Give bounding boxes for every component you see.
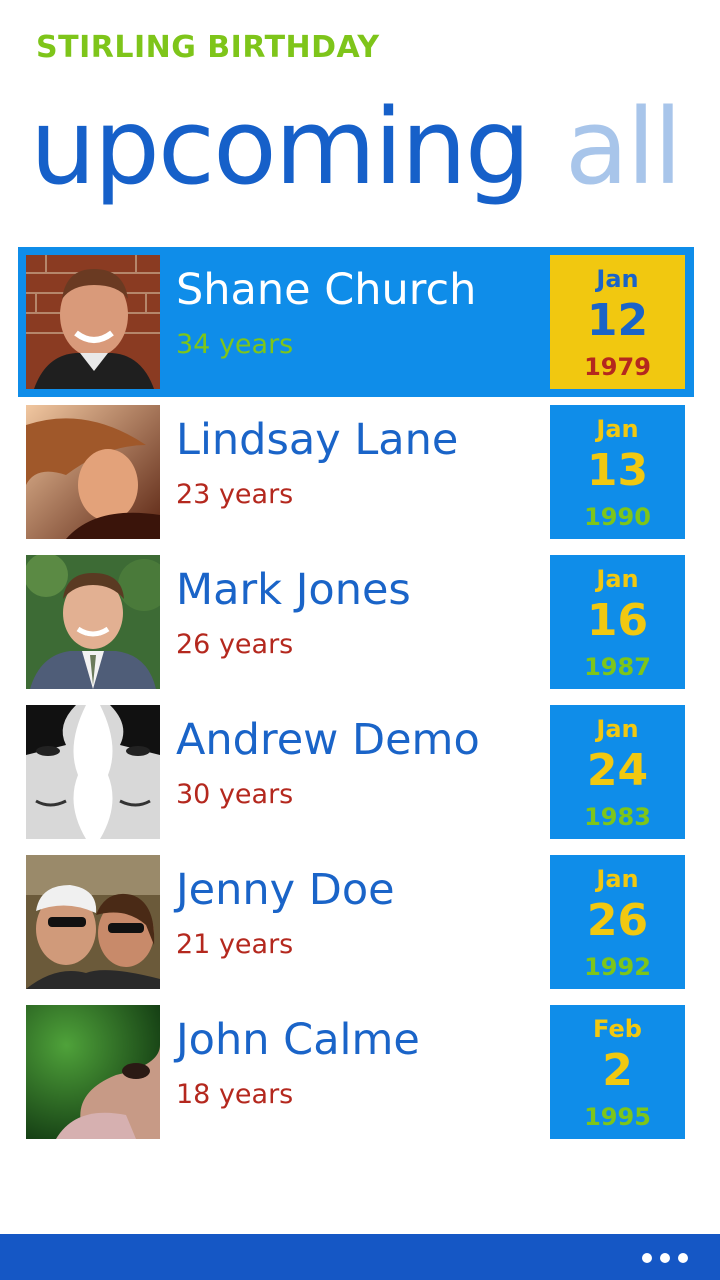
birthday-date-tile: Jan 24 1983 xyxy=(550,705,685,839)
birthday-year: 1987 xyxy=(584,653,651,681)
person-name: Shane Church xyxy=(176,265,477,315)
birthday-month: Jan xyxy=(596,565,639,593)
person-age: 21 years xyxy=(176,929,294,960)
tab-upcoming[interactable]: upcoming xyxy=(30,82,531,212)
birthday-row[interactable]: Andrew Demo 30 years Jan 24 1983 xyxy=(18,697,694,847)
app-bar xyxy=(0,1234,720,1280)
tab-all-people[interactable]: all p xyxy=(565,82,720,212)
birthday-row[interactable]: Lindsay Lane 23 years Jan 13 1990 xyxy=(18,397,694,547)
birthday-month: Jan xyxy=(596,865,639,893)
person-age: 26 years xyxy=(176,629,294,660)
person-age: 34 years xyxy=(176,329,294,360)
birthday-row[interactable]: Mark Jones 26 years Jan 16 1987 xyxy=(18,547,694,697)
person-age: 23 years xyxy=(176,479,294,510)
birthday-month: Feb xyxy=(593,1015,642,1043)
person-name: Lindsay Lane xyxy=(176,415,459,465)
birthday-list: Shane Church 34 years Jan 12 1979 Lindsa… xyxy=(18,247,694,1147)
app-title: STIRLING BIRTHDAY xyxy=(36,30,380,65)
birthday-day: 12 xyxy=(586,295,649,346)
birthday-day: 26 xyxy=(586,895,649,946)
person-name: John Calme xyxy=(176,1015,420,1065)
birthday-month: Jan xyxy=(596,415,639,443)
person-name: Andrew Demo xyxy=(176,715,480,765)
avatar xyxy=(26,405,160,539)
person-age: 18 years xyxy=(176,1079,294,1110)
person-age: 30 years xyxy=(176,779,294,810)
more-options-button[interactable] xyxy=(642,1244,690,1270)
birthday-month: Jan xyxy=(596,265,639,293)
person-name: Mark Jones xyxy=(176,565,411,615)
birthday-year: 1992 xyxy=(584,953,651,981)
birthday-date-tile: Feb 2 1995 xyxy=(550,1005,685,1139)
avatar xyxy=(26,255,160,389)
birthday-day: 13 xyxy=(586,445,649,496)
avatar xyxy=(26,1005,160,1139)
birthday-year: 1995 xyxy=(584,1103,651,1131)
birthday-date-tile: Jan 16 1987 xyxy=(550,555,685,689)
birthday-day: 24 xyxy=(586,745,649,796)
birthday-day: 16 xyxy=(586,595,649,646)
avatar xyxy=(26,855,160,989)
birthday-row[interactable]: Shane Church 34 years Jan 12 1979 xyxy=(18,247,694,397)
avatar xyxy=(26,555,160,689)
person-name: Jenny Doe xyxy=(176,865,395,915)
birthday-row[interactable]: Jenny Doe 21 years Jan 26 1992 xyxy=(18,847,694,997)
birthday-row[interactable]: John Calme 18 years Feb 2 1995 xyxy=(18,997,694,1147)
avatar xyxy=(26,705,160,839)
birthday-date-tile: Jan 26 1992 xyxy=(550,855,685,989)
birthday-date-tile: Jan 12 1979 xyxy=(550,255,685,389)
birthday-year: 1990 xyxy=(584,503,651,531)
birthday-year: 1983 xyxy=(584,803,651,831)
birthday-day: 2 xyxy=(602,1045,633,1096)
birthday-date-tile: Jan 13 1990 xyxy=(550,405,685,539)
birthday-month: Jan xyxy=(596,715,639,743)
birthday-year: 1979 xyxy=(584,353,651,381)
pivot-header: upcoming all p xyxy=(30,82,720,212)
